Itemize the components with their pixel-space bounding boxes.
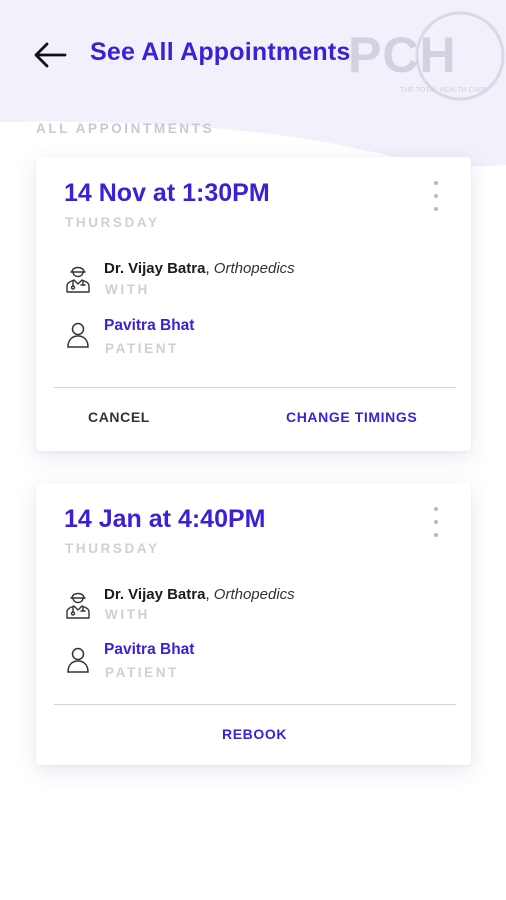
doctor-specialty: Orthopedics — [213, 586, 295, 603]
with-label: WITH — [105, 607, 150, 622]
user-icon — [67, 322, 89, 348]
patient-name[interactable]: Pavitra Bhat — [104, 317, 194, 335]
cancel-button[interactable]: CANCEL — [88, 409, 150, 425]
doctor-icon — [66, 266, 90, 293]
user-icon — [67, 647, 89, 673]
change-timings-button[interactable]: CHANGE TIMINGS — [286, 409, 417, 425]
doctor-line: Dr. Vijay Batra, Orthopedics — [104, 260, 295, 277]
appointment-time: 14 Nov at 1:30PM — [64, 179, 270, 207]
arrow-left-icon — [34, 42, 67, 68]
doctor-specialty: Orthopedics — [213, 260, 295, 277]
svg-text:THE TOTAL HEALTH CARE: THE TOTAL HEALTH CARE — [400, 87, 488, 94]
appointment-day: THURSDAY — [65, 541, 160, 556]
doctor-line: Dr. Vijay Batra, Orthopedics — [104, 586, 295, 603]
more-options-icon[interactable] — [429, 507, 443, 537]
doctor-icon — [66, 592, 90, 619]
doctor-name: Dr. Vijay Batra — [104, 260, 206, 277]
app-header: See All Appointments PCH THE TOTAL HEALT… — [0, 0, 506, 110]
patient-label: PATIENT — [105, 665, 179, 680]
appointment-day: THURSDAY — [65, 215, 160, 230]
doctor-separator: , — [205, 260, 214, 277]
doctor-separator: , — [205, 586, 214, 603]
card-divider — [54, 704, 456, 705]
svg-text:PCH: PCH — [348, 27, 457, 83]
patient-name[interactable]: Pavitra Bhat — [104, 641, 194, 659]
doctor-name: Dr. Vijay Batra — [104, 586, 206, 603]
appointment-card: 14 Jan at 4:40PM THURSDAY Dr. Vijay Batr… — [36, 483, 471, 765]
pch-logo: PCH THE TOTAL HEALTH CARE — [348, 11, 505, 101]
more-options-icon[interactable] — [429, 181, 443, 211]
rebook-button[interactable]: REBOOK — [222, 726, 287, 742]
appointment-card: 14 Nov at 1:30PM THURSDAY Dr. Vijay Batr… — [36, 157, 471, 451]
patient-label: PATIENT — [105, 341, 179, 356]
page-title: See All Appointments — [90, 38, 351, 66]
section-label: ALL APPOINTMENTS — [36, 121, 215, 136]
back-button[interactable] — [30, 36, 70, 74]
card-divider — [54, 387, 456, 388]
appointment-time: 14 Jan at 4:40PM — [64, 505, 266, 533]
with-label: WITH — [105, 282, 150, 297]
